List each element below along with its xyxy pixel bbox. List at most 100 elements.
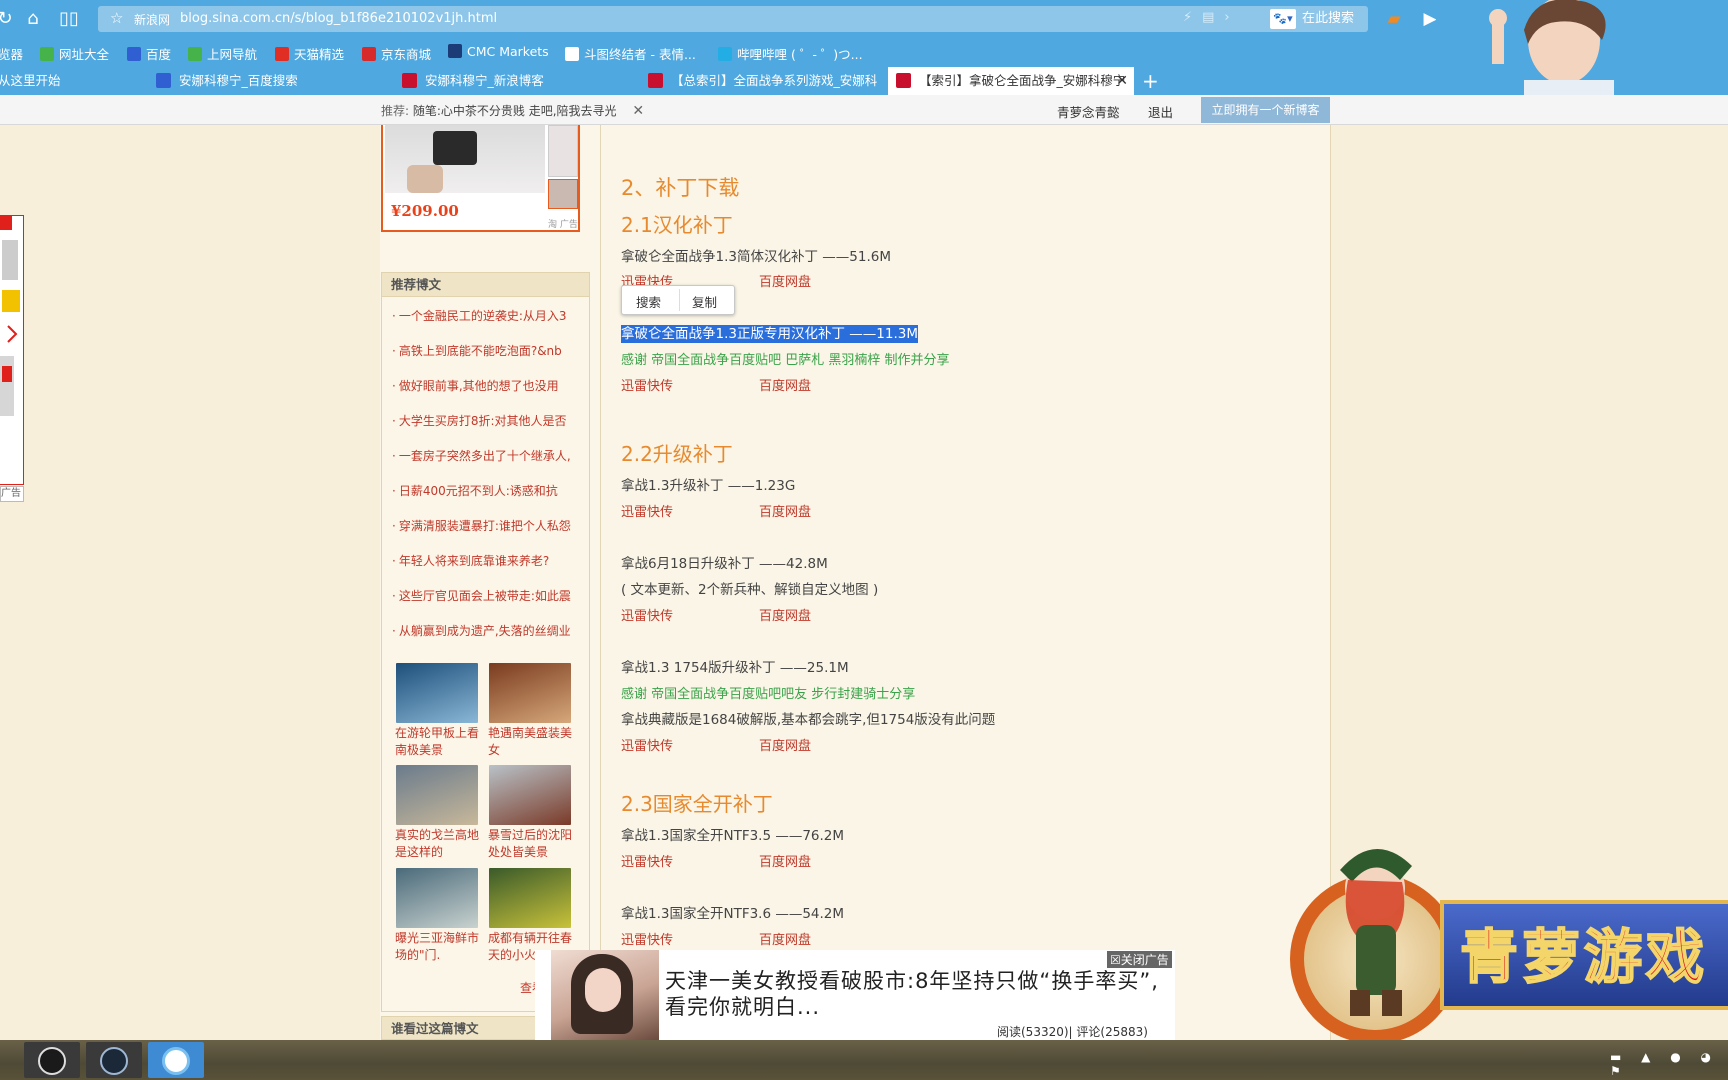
photo-caption-link[interactable]: 真实的戈兰高地是这样的 [395,827,483,861]
photo-caption-link[interactable]: 艳遇南美盛装美女 [488,725,576,759]
ad-label: 广告 [0,486,24,502]
bullet-icon: · [392,414,396,428]
photo-thumbnail[interactable] [489,765,571,825]
baidu-pan-link[interactable]: 百度网盘 [759,735,811,754]
patch-line: 拿战6月18日升级补丁 ——42.8M [621,556,828,572]
recommended-post-link[interactable]: · 大学生买房打8折:对其他人是否 [392,412,582,429]
product-ad[interactable]: ¥209.00 淘 广告 [381,125,580,232]
baidu-pan-link[interactable]: 百度网盘 [759,501,811,520]
close-tab-icon[interactable]: ✕ [1116,67,1128,95]
home-icon[interactable]: ⌂ [22,9,44,29]
address-tools-icons[interactable]: ⚡▤› [1183,10,1240,25]
reading-mode-icon[interactable]: ▯▯ [58,9,80,29]
recommended-post-title: 高铁上到底能不能吃泡面?&nb [398,344,562,358]
bookmark-item[interactable]: 览器 [0,44,23,63]
thunder-link[interactable]: 迅雷快传 [621,929,673,948]
taskbar-browser-button[interactable] [148,1042,204,1078]
baidu-pan-link[interactable]: 百度网盘 [759,375,811,394]
recommended-post-title: 一个金融民工的逆袭史:从月入3 [398,309,567,323]
photo-caption-link[interactable]: 暴雪过后的沈阳处处皆美景 [488,827,576,861]
baidu-paw-icon [127,47,141,61]
bookmark-label: 百度 [146,47,172,62]
taskbar-steam-button[interactable] [86,1042,142,1078]
thunder-link[interactable]: 迅雷快传 [621,851,673,870]
recommended-post-link[interactable]: · 从躺赢到成为遗产,失落的丝绸业 [392,622,582,639]
browser-tab[interactable]: 安娜科穆宁_新浪博客 [402,67,632,95]
news-ad-title[interactable]: 天津一美女教授看破股市:8年坚持只做“换手率买”,看完你就明白... [665,968,1165,1020]
photo-caption-link[interactable]: 在游轮甲板上看南极美景 [395,725,483,759]
thunder-link[interactable]: 迅雷快传 [621,605,673,624]
photo-thumbnail[interactable] [396,765,478,825]
recommended-post-link[interactable]: · 年轻人将来到底靠谁来养老? [392,552,582,569]
thunder-link[interactable]: 迅雷快传 [621,501,673,520]
bookmark-item[interactable]: 上网导航 [188,44,257,63]
selected-text[interactable]: 拿破仑全面战争1.3正版专用汉化补丁 ——11.3M [621,325,918,343]
ctx-copy-button[interactable]: 复制 [692,292,717,311]
ctx-search-button[interactable]: 搜索 [636,292,661,311]
section-heading: 2、补丁下载 [621,176,740,200]
recommended-post-link[interactable]: · 一套房子突然多出了十个继承人, [392,447,582,464]
patch-line-selected: 拿破仑全面战争1.3正版专用汉化补丁 ——11.3M [621,322,918,343]
recommended-post-link[interactable]: · 穿满清服装遭暴打:谁把个人私怨 [392,517,582,534]
photo-thumbnail[interactable] [489,663,571,723]
recommended-post-link[interactable]: · 日薪400元招不到人:诱惑和抗 [392,482,582,499]
product-thumb[interactable] [548,179,578,209]
bookmark-item[interactable]: 百度 [127,44,171,63]
new-tab-button[interactable]: + [1142,67,1159,95]
product-thumb[interactable] [548,125,578,177]
bookmark-label: CMC Markets [467,44,549,59]
bullet-icon: · [392,519,396,533]
chart-icon [448,44,462,58]
address-url[interactable]: blog.sina.com.cn/s/blog_b1f86e210102v1jh… [180,11,497,26]
logout-link[interactable]: 退出 [1148,102,1173,121]
baidu-pan-link[interactable]: 百度网盘 [759,929,811,948]
thanks-line[interactable]: 感谢 帝国全面战争百度贴吧吧友 步行封建骑士分享 [621,683,915,702]
search-engine-icon[interactable]: 🐾▾ [1270,9,1296,29]
news-popup-ad[interactable]: ☒关闭广告 天津一美女教授看破股市:8年坚持只做“换手率买”,看完你就明白...… [535,950,1175,1040]
address-site-label: 新浪网 [134,13,171,27]
recommend-link[interactable]: 随笔:心中茶不分贵贱 走吧,陪我去寻光 [413,104,617,118]
address-bar[interactable]: ☆ 新浪网 blog.sina.com.cn/s/blog_b1f86e2101… [98,6,1448,32]
recommended-post-link[interactable]: · 高铁上到底能不能吃泡面?&nb [392,342,582,359]
subsection-heading: 2.3国家全开补丁 [621,792,773,816]
bilibili-icon [718,47,732,61]
username-link[interactable]: 青萝念青懿 [1057,102,1120,121]
baidu-pan-link[interactable]: 百度网盘 [759,851,811,870]
recommended-post-link[interactable]: · 做好眼前事,其他的想了也没用 [392,377,582,394]
close-ad-button[interactable]: ☒关闭广告 [1107,951,1172,968]
bookmark-item[interactable]: CMC Markets [448,44,549,59]
system-tray[interactable]: ▬ ▲ ● ◕ ⚑ [1610,1050,1728,1078]
baidu-pan-link[interactable]: 百度网盘 [759,605,811,624]
recommended-post-title: 这些厅官见面会上被带走:如此震 [398,589,571,603]
browser-tab[interactable]: 【总索引】全面战争系列游戏_安娜科 [648,67,878,95]
float-ad[interactable] [0,215,24,485]
bookmark-item[interactable]: 哔哩哔哩 ( ゜- ゜)つ... [718,44,863,63]
taskbar-obs-button[interactable] [24,1042,80,1078]
close-icon[interactable]: ✕ [632,103,644,119]
bookmark-star-icon[interactable]: ☆ [110,9,123,27]
recommend-strip: 推荐: 随笔:心中茶不分贵贱 走吧,陪我去寻光 ✕ [381,102,644,119]
photo-thumbnail[interactable] [396,868,478,928]
bookmark-item[interactable]: 京东商城 [362,44,431,63]
thanks-line[interactable]: 感谢 帝国全面战争百度贴吧 巴萨札 黑羽楠梓 制作并分享 [621,349,950,368]
thunder-link[interactable]: 迅雷快传 [621,735,673,754]
bookmark-item[interactable]: 斗图终结者 - 表情... [565,44,696,63]
browser-tab[interactable]: 【索引】拿破仑全面战争_安娜科穆宁 ✕ [888,67,1134,95]
bookmark-item[interactable]: 网址大全 [40,44,109,63]
photo-thumbnail[interactable] [396,663,478,723]
browser-tab[interactable]: 安娜科穆宁_百度搜索 [156,67,386,95]
bullet-icon: · [392,484,396,498]
bookmark-item[interactable]: 天猫精选 [275,44,344,63]
new-blog-button[interactable]: 立即拥有一个新博客 [1201,97,1330,123]
recommended-post-link[interactable]: · 一个金融民工的逆袭史:从月入3 [392,307,582,324]
photo-caption-link[interactable]: 曝光三亚海鲜市场的"门. [395,930,483,964]
patch-line: 拿破仑全面战争1.3简体汉化补丁 ——51.6M [621,249,891,265]
photo-thumbnail[interactable] [489,868,571,928]
tab-label: 【索引】拿破仑全面战争_安娜科穆宁 [919,73,1126,88]
refresh-icon[interactable]: ↻ [0,9,16,29]
game-icon[interactable]: ▰ [1382,8,1406,30]
baidu-pan-link[interactable]: 百度网盘 [759,271,811,290]
browser-tab[interactable]: 从这里开始 [0,67,148,95]
thunder-link[interactable]: 迅雷快传 [621,375,673,394]
recommended-post-link[interactable]: · 这些厅官见面会上被带走:如此震 [392,587,582,604]
